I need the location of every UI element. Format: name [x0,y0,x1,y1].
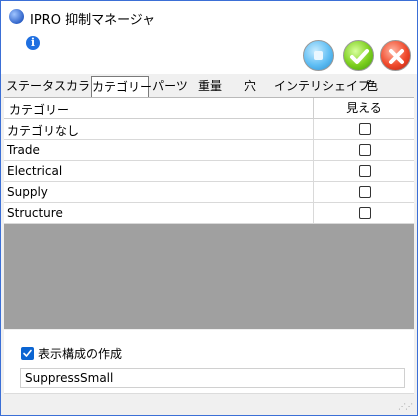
tab-strip: ステータスカラー カテゴリー パーツ 重量 穴 インテリシェイプ 色 [4,76,414,97]
tab-weight[interactable]: 重量 [194,77,226,96]
category-name: カテゴリなし [7,124,80,138]
visible-cell [313,140,414,161]
category-grid: カテゴリー 見える カテゴリなし Trade Electrical Supply… [4,97,414,329]
table-row[interactable]: Structure [4,203,414,224]
tab-parts[interactable]: パーツ [152,77,188,96]
cancel-button[interactable] [380,40,411,71]
status-bar: ⋰⋰ [4,393,414,413]
visible-checkbox[interactable] [359,165,371,177]
suppression-manager-window: IPRO 抑制マネージャ i ステータスカラー カテゴリー パーツ 重量 穴 イ… [0,0,418,416]
stop-icon [314,51,323,60]
globe-icon [9,9,24,24]
table-row[interactable]: カテゴリなし [4,119,414,140]
visible-cell [313,182,414,203]
category-name: Structure [7,206,63,220]
checkmark-icon [23,349,32,357]
tab-category[interactable]: カテゴリー [91,76,152,97]
title-bar: IPRO 抑制マネージャ [1,1,417,32]
info-icon[interactable]: i [26,36,40,50]
grid-header: カテゴリー 見える [4,98,414,119]
table-row[interactable]: Trade [4,140,414,161]
options-panel: 表示構成の作成 SuppressSmall [4,330,414,393]
tab-status-color[interactable]: ステータスカラー [6,77,102,96]
close-icon [389,49,404,64]
table-row[interactable]: Supply [4,182,414,203]
create-display-config-label[interactable]: 表示構成の作成 [38,345,122,362]
ok-button[interactable] [343,40,374,71]
visible-checkbox[interactable] [359,123,371,135]
visible-cell [313,203,414,224]
toolbar: i [1,32,417,74]
visible-checkbox[interactable] [359,186,371,198]
create-display-config-checkbox[interactable] [21,347,34,360]
category-name: Supply [7,185,48,199]
window-title: IPRO 抑制マネージャ [30,13,156,28]
visible-cell [313,161,414,182]
tab-intellishape[interactable]: インテリシェイプ [274,77,370,96]
category-name: Trade [7,143,40,157]
checkmark-icon [350,49,369,64]
stop-button[interactable] [303,40,334,71]
column-header-category[interactable]: カテゴリー [9,101,69,118]
visible-checkbox[interactable] [359,144,371,156]
visible-checkbox[interactable] [359,207,371,219]
visible-cell [313,119,414,140]
category-name: Electrical [7,164,63,178]
table-row[interactable]: Electrical [4,161,414,182]
tab-holes[interactable]: 穴 [238,77,262,96]
column-header-visible[interactable]: 見える [313,98,414,118]
grid-rows: カテゴリなし Trade Electrical Supply Structure [4,119,414,224]
config-name-field[interactable]: SuppressSmall [20,368,405,388]
resize-grip-icon[interactable]: ⋰⋰ [398,402,413,411]
tab-color[interactable]: 色 [362,77,382,96]
